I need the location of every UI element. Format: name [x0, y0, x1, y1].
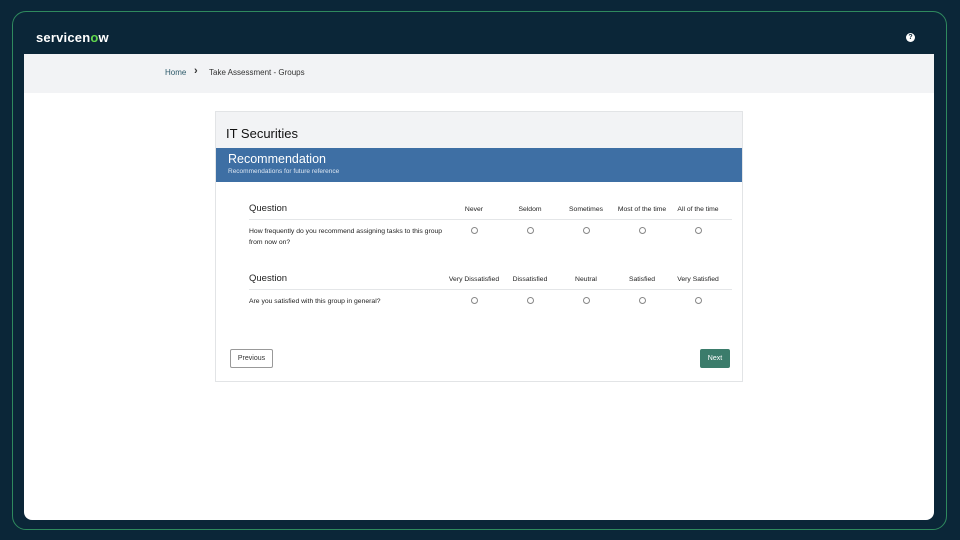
breadcrumb: Home › Take Assessment - Groups: [24, 54, 934, 93]
option-label: Neutral: [575, 276, 597, 283]
radio-all-of-the-time[interactable]: [694, 227, 702, 234]
option-label: Dissatisfied: [512, 276, 548, 283]
option-label: All of the time: [677, 206, 719, 213]
option-label: Sometimes: [569, 206, 603, 213]
section-subtitle: Recommendations for future reference: [228, 168, 340, 175]
radio-sometimes[interactable]: [582, 227, 590, 234]
section-header: Recommendation Recommendations for futur…: [216, 148, 742, 182]
assessment-title: IT Securities: [216, 112, 742, 148]
question-column-label: Question: [249, 273, 288, 284]
next-button[interactable]: Next: [700, 349, 730, 368]
option-label: Most of the time: [617, 206, 667, 213]
app-window: servicenow ? Home › Take Assessment - Gr…: [24, 24, 934, 520]
question-group-2: Question Very Dissatisfied Dissatisfied …: [249, 272, 732, 320]
radio-very-satisfied[interactable]: [694, 297, 702, 304]
servicenow-logo[interactable]: servicenow: [36, 30, 109, 45]
question-column-label: Question: [249, 203, 288, 214]
breadcrumb-home-link[interactable]: Home: [165, 68, 186, 77]
radio-most-of-the-time[interactable]: [638, 227, 646, 234]
radio-neutral[interactable]: [582, 297, 590, 304]
radio-very-dissatisfied[interactable]: [470, 297, 478, 304]
top-navbar: servicenow ?: [24, 24, 934, 54]
section-title: Recommendation: [228, 152, 326, 166]
question-row: Are you satisfied with this group in gen…: [249, 290, 732, 320]
question-text: Are you satisfied with this group in gen…: [249, 298, 381, 305]
radio-satisfied[interactable]: [638, 297, 646, 304]
question-header: Question Never Seldom Sometimes Most of …: [249, 202, 732, 220]
breadcrumb-current: Take Assessment - Groups: [209, 68, 305, 77]
chevron-right-icon: ›: [194, 65, 198, 77]
radio-never[interactable]: [470, 227, 478, 234]
help-icon[interactable]: ?: [906, 33, 915, 42]
option-label: Very Satisfied: [677, 276, 719, 283]
question-group-1: Question Never Seldom Sometimes Most of …: [249, 202, 732, 250]
option-label: Never: [464, 206, 484, 213]
question-header: Question Very Dissatisfied Dissatisfied …: [249, 272, 732, 290]
radio-dissatisfied[interactable]: [526, 297, 534, 304]
question-row: How frequently do you recommend assignin…: [249, 220, 732, 250]
assessment-card: IT Securities Recommendation Recommendat…: [215, 111, 743, 382]
option-label: Seldom: [518, 206, 542, 213]
option-label: Very Dissatisfied: [448, 276, 500, 283]
previous-button[interactable]: Previous: [230, 349, 273, 368]
radio-seldom[interactable]: [526, 227, 534, 234]
option-label: Satisfied: [628, 276, 656, 283]
question-text: How frequently do you recommend assignin…: [249, 228, 443, 246]
